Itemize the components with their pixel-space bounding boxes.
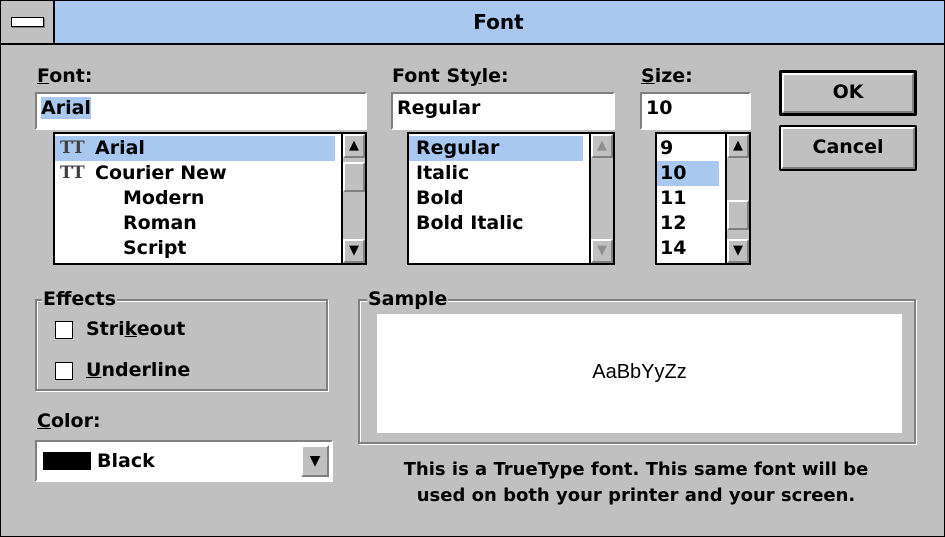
font-size-field[interactable]: 10	[640, 92, 751, 130]
style-list-item-italic[interactable]: Italic	[416, 161, 469, 186]
font-list[interactable]: TT Arial TT Courier New Modern Roman Scr…	[53, 132, 367, 265]
underline-label[interactable]: Underline	[86, 359, 190, 381]
arrow-up-icon: ▲	[597, 138, 607, 153]
font-label: Font:	[37, 65, 93, 87]
font-size-value: 10	[646, 97, 673, 119]
font-style-value: Regular	[397, 97, 481, 119]
color-value: Black	[97, 450, 155, 472]
font-style-list[interactable]: Regular Italic Bold Bold Italic ▲ ▼	[407, 132, 615, 265]
scroll-thumb[interactable]	[727, 200, 749, 230]
scroll-up-button[interactable]: ▲	[343, 134, 365, 158]
color-dropdown-button[interactable]: ▼	[301, 445, 329, 477]
arrow-down-icon: ▼	[597, 243, 607, 258]
chevron-down-icon: ▼	[309, 453, 321, 469]
title-bar: Font	[1, 1, 944, 45]
sample-text: AaBbYyZz	[592, 361, 687, 383]
underline-checkbox[interactable]	[55, 362, 73, 380]
truetype-info: This is a TrueType font. This same font …	[341, 457, 931, 509]
size-list-item-9[interactable]: 9	[660, 136, 673, 161]
size-list-item-10[interactable]: 10	[657, 161, 719, 186]
font-style-label: Font Style:	[392, 65, 509, 87]
truetype-info-line2: used on both your printer and your scree…	[416, 485, 856, 506]
color-label: Color:	[37, 410, 101, 432]
font-list-item-roman[interactable]: Roman	[55, 211, 335, 236]
scroll-up-button: ▲	[591, 134, 613, 158]
system-menu-icon	[11, 17, 44, 27]
arrow-down-icon: ▼	[733, 243, 743, 258]
scroll-down-button[interactable]: ▼	[727, 239, 749, 263]
style-list-item-bold[interactable]: Bold	[416, 186, 464, 211]
size-list-item-12[interactable]: 12	[660, 211, 686, 236]
truetype-icon: TT	[60, 163, 85, 183]
arrow-up-icon: ▲	[349, 138, 359, 153]
color-swatch	[43, 452, 91, 470]
dialog-title: Font	[473, 10, 524, 34]
size-list-scrollbar[interactable]: ▲ ▼	[725, 134, 749, 263]
font-style-field[interactable]: Regular	[391, 92, 615, 130]
strikeout-label[interactable]: Strikeout	[86, 318, 185, 340]
style-list-scrollbar: ▲ ▼	[589, 134, 613, 263]
font-list-scrollbar[interactable]: ▲ ▼	[341, 134, 365, 263]
system-menu-button[interactable]	[1, 1, 55, 43]
truetype-icon: TT	[60, 138, 85, 158]
strikeout-checkbox[interactable]	[55, 321, 73, 339]
scroll-up-button[interactable]: ▲	[727, 134, 749, 158]
style-list-item-bold-italic[interactable]: Bold Italic	[416, 211, 524, 236]
style-list-item-regular[interactable]: Regular	[409, 136, 583, 161]
size-list-item-14[interactable]: 14	[660, 236, 686, 261]
font-size-list[interactable]: 9 10 11 12 14 ▲ ▼	[655, 132, 751, 265]
font-list-item-arial[interactable]: TT Arial	[55, 136, 335, 161]
ok-button[interactable]: OK	[779, 70, 917, 116]
color-combobox[interactable]: Black ▼	[35, 440, 333, 482]
scroll-down-button: ▼	[591, 239, 613, 263]
font-name-value: Arial	[41, 97, 91, 119]
scroll-thumb[interactable]	[343, 162, 365, 192]
scroll-down-button[interactable]: ▼	[343, 239, 365, 263]
truetype-info-line1: This is a TrueType font. This same font …	[403, 459, 869, 480]
sample-group-label: Sample	[367, 288, 449, 310]
size-label: Size:	[641, 65, 693, 87]
font-name-field[interactable]: Arial	[35, 92, 367, 130]
cancel-button[interactable]: Cancel	[779, 125, 917, 171]
arrow-down-icon: ▼	[349, 243, 359, 258]
sample-preview: AaBbYyZz	[377, 314, 902, 433]
arrow-up-icon: ▲	[733, 138, 743, 153]
font-list-item-courier-new[interactable]: TT Courier New	[55, 161, 335, 186]
font-list-item-script[interactable]: Script	[55, 236, 335, 261]
size-list-item-11[interactable]: 11	[660, 186, 686, 211]
effects-group-label: Effects	[42, 288, 117, 310]
font-list-item-modern[interactable]: Modern	[55, 186, 335, 211]
font-dialog: Font Font: Arial TT Arial TT Courier New…	[0, 0, 945, 537]
